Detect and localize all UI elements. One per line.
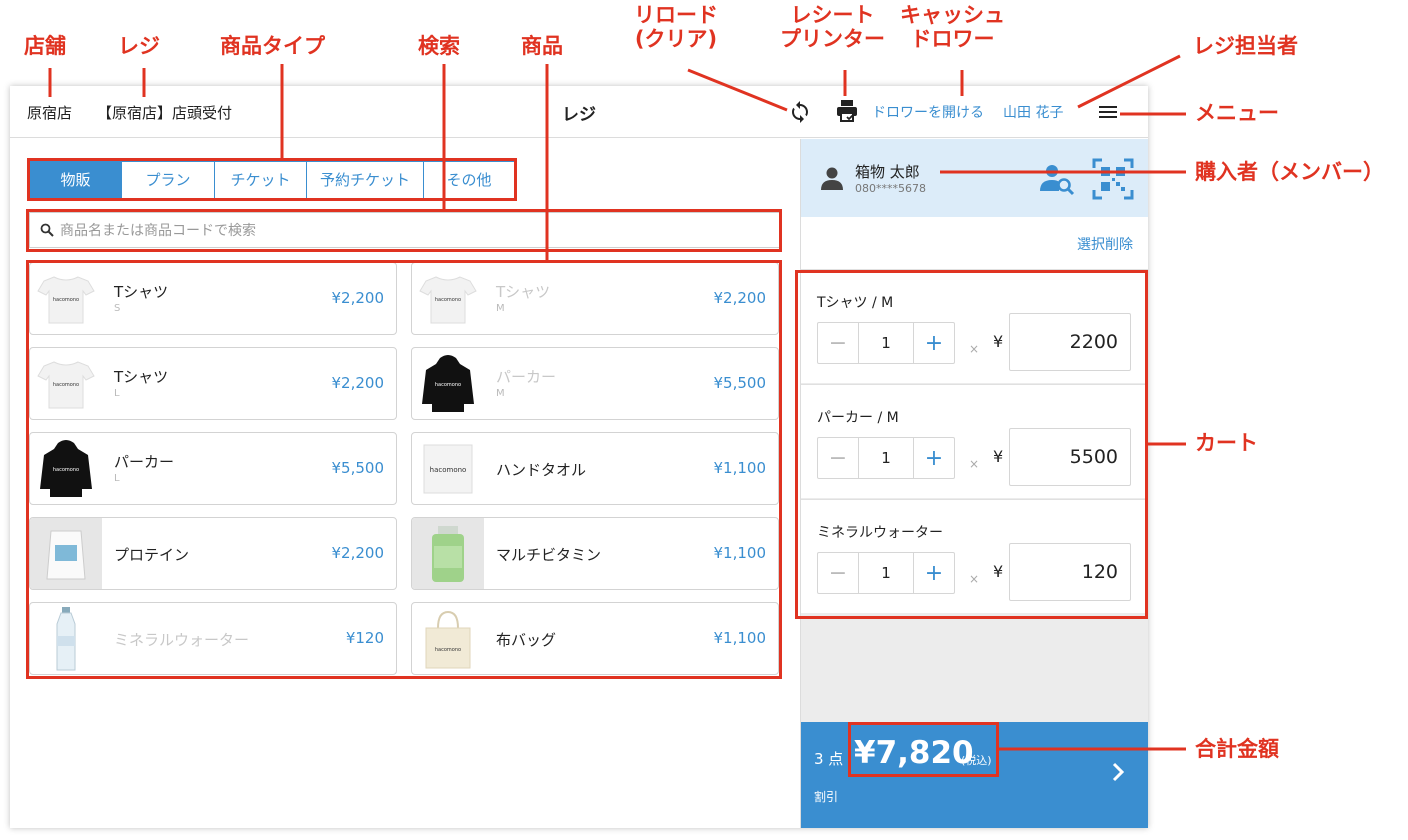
- person-icon: [821, 167, 843, 190]
- member-search-icon[interactable]: [1039, 161, 1075, 197]
- cart-toolbar: 選択削除: [801, 217, 1148, 269]
- search-highlight-box: [26, 209, 782, 252]
- annotation-store: 店舗: [24, 34, 66, 58]
- clear-selection-button[interactable]: 選択削除: [1077, 234, 1133, 254]
- annotation-cart: カート: [1195, 431, 1258, 455]
- buyer-phone: 080****5678: [855, 182, 926, 195]
- products-highlight-box: [26, 260, 782, 679]
- menu-icon[interactable]: [1098, 102, 1118, 122]
- annotation-cash-drawer: キャッシュ ドロワー: [900, 3, 1005, 52]
- annotation-search: 検索: [418, 34, 460, 58]
- store-name: 原宿店: [27, 104, 73, 122]
- open-drawer-button[interactable]: ドロワーを開ける: [872, 102, 984, 122]
- discount-link[interactable]: 割引: [814, 788, 838, 805]
- total-highlight-box: [848, 722, 999, 777]
- item-count: 3 点: [814, 750, 844, 768]
- tabs-highlight-box: [27, 158, 517, 201]
- cart-highlight-box: [795, 270, 1148, 619]
- annotation-register: レジ: [118, 34, 160, 58]
- chevron-right-icon: [1112, 762, 1125, 782]
- annotation-reload: リロード (クリア): [634, 3, 718, 52]
- buyer-name: 箱物 太郎: [855, 163, 920, 181]
- buyer-section[interactable]: 箱物 太郎 080****5678: [801, 139, 1148, 217]
- cashier-name[interactable]: 山田 花子: [1003, 102, 1063, 122]
- register-name: 【原宿店】店頭受付: [97, 104, 233, 122]
- top-bar: 原宿店 【原宿店】店頭受付 レジ ドロワーを開ける 山田 花子: [10, 86, 1148, 138]
- reload-icon[interactable]: [788, 100, 812, 124]
- annotation-cashier: レジ担当者: [1193, 34, 1298, 58]
- annotation-products: 商品: [521, 34, 563, 58]
- annotation-total: 合計金額: [1195, 737, 1279, 761]
- annotation-buyer: 購入者（メンバー）: [1195, 160, 1384, 184]
- annotation-menu: メニュー: [1195, 101, 1279, 125]
- annotation-receipt-printer: レシート プリンター: [780, 3, 885, 52]
- qr-scan-icon[interactable]: [1092, 158, 1134, 200]
- page-title: レジ: [562, 105, 596, 125]
- receipt-printer-icon[interactable]: [834, 98, 860, 124]
- annotation-product-type: 商品タイプ: [220, 34, 325, 58]
